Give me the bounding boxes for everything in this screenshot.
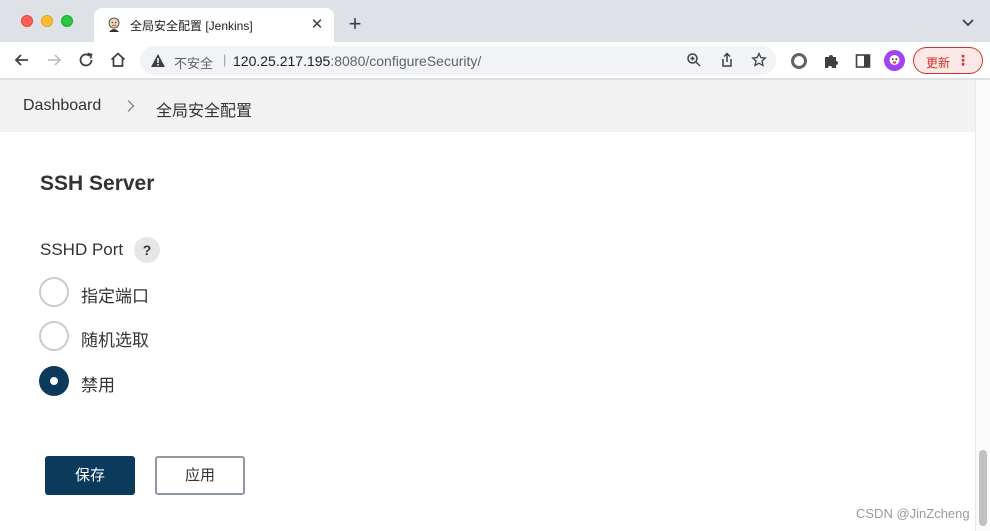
section-title: SSH Server (40, 172, 155, 195)
vertical-scrollbar[interactable] (975, 80, 990, 531)
more-menu-icon[interactable]: ⋮ (956, 52, 970, 68)
radio-button-checked[interactable] (39, 366, 69, 396)
profile-avatar[interactable] (884, 50, 905, 71)
url-path: :8080/configureSecurity/ (330, 53, 482, 69)
close-icon[interactable]: ✕ (308, 16, 326, 34)
bookmark-star-icon[interactable] (751, 52, 767, 68)
update-button[interactable]: 更新 ⋮ (913, 47, 983, 74)
chevron-right-icon (127, 100, 135, 112)
breadcrumb-current[interactable]: 全局安全配置 (156, 97, 252, 121)
address-bar[interactable]: 不安全 | 120.25.217.195:8080/configureSecur… (140, 46, 776, 75)
radio-label[interactable]: 禁用 (81, 371, 115, 396)
tab-title: 全局安全配置 [Jenkins] (130, 19, 253, 33)
radio-dot (50, 377, 58, 385)
avatar-face-icon (889, 55, 900, 65)
tab-strip: 全局安全配置 [Jenkins] ✕ + (0, 0, 990, 42)
scrollbar-thumb[interactable] (979, 450, 987, 526)
jenkins-butler-icon (108, 17, 120, 32)
extension-circle-icon[interactable] (790, 52, 808, 70)
csdn-watermark: CSDN @JinZcheng (856, 506, 970, 521)
breadcrumb: Dashboard 全局安全配置 (0, 80, 975, 132)
side-panel-icon[interactable] (854, 52, 872, 70)
share-icon[interactable] (719, 52, 735, 68)
radio-button[interactable] (39, 277, 69, 307)
radio-label[interactable]: 指定端口 (81, 282, 149, 307)
url-host: 120.25.217.195 (233, 53, 331, 69)
sshd-port-label: SSHD Port (40, 240, 124, 259)
reload-icon[interactable] (76, 50, 96, 70)
forward-arrow-icon[interactable] (44, 50, 64, 70)
radio-button[interactable] (39, 321, 69, 351)
close-window-button[interactable] (21, 15, 33, 27)
warning-icon[interactable] (150, 53, 166, 68)
insecure-label[interactable]: 不安全 (174, 53, 213, 72)
zoom-icon[interactable] (686, 52, 702, 68)
save-button[interactable]: 保存 (45, 456, 135, 495)
update-label: 更新 (926, 56, 951, 70)
chevron-down-icon[interactable] (960, 14, 976, 30)
url-separator: | (223, 52, 227, 67)
breadcrumb-dashboard[interactable]: Dashboard (23, 97, 101, 115)
minimize-window-button[interactable] (41, 15, 53, 27)
browser-toolbar: 不安全 | 120.25.217.195:8080/configureSecur… (0, 42, 990, 79)
page-content: Dashboard 全局安全配置 SSH Server SSHD Port ? … (0, 80, 975, 531)
apply-button[interactable]: 应用 (155, 456, 245, 495)
radio-label[interactable]: 随机选取 (81, 326, 149, 351)
zoom-window-button[interactable] (61, 15, 73, 27)
tab-jenkins-security[interactable]: 全局安全配置 [Jenkins] ✕ (94, 8, 334, 42)
puzzle-extensions-icon[interactable] (822, 52, 840, 70)
home-icon[interactable] (108, 50, 128, 70)
new-tab-button[interactable]: + (343, 12, 367, 36)
url-text[interactable]: 120.25.217.195:8080/configureSecurity/ (233, 53, 481, 69)
help-icon[interactable]: ? (134, 237, 160, 263)
back-arrow-icon[interactable] (12, 50, 32, 70)
